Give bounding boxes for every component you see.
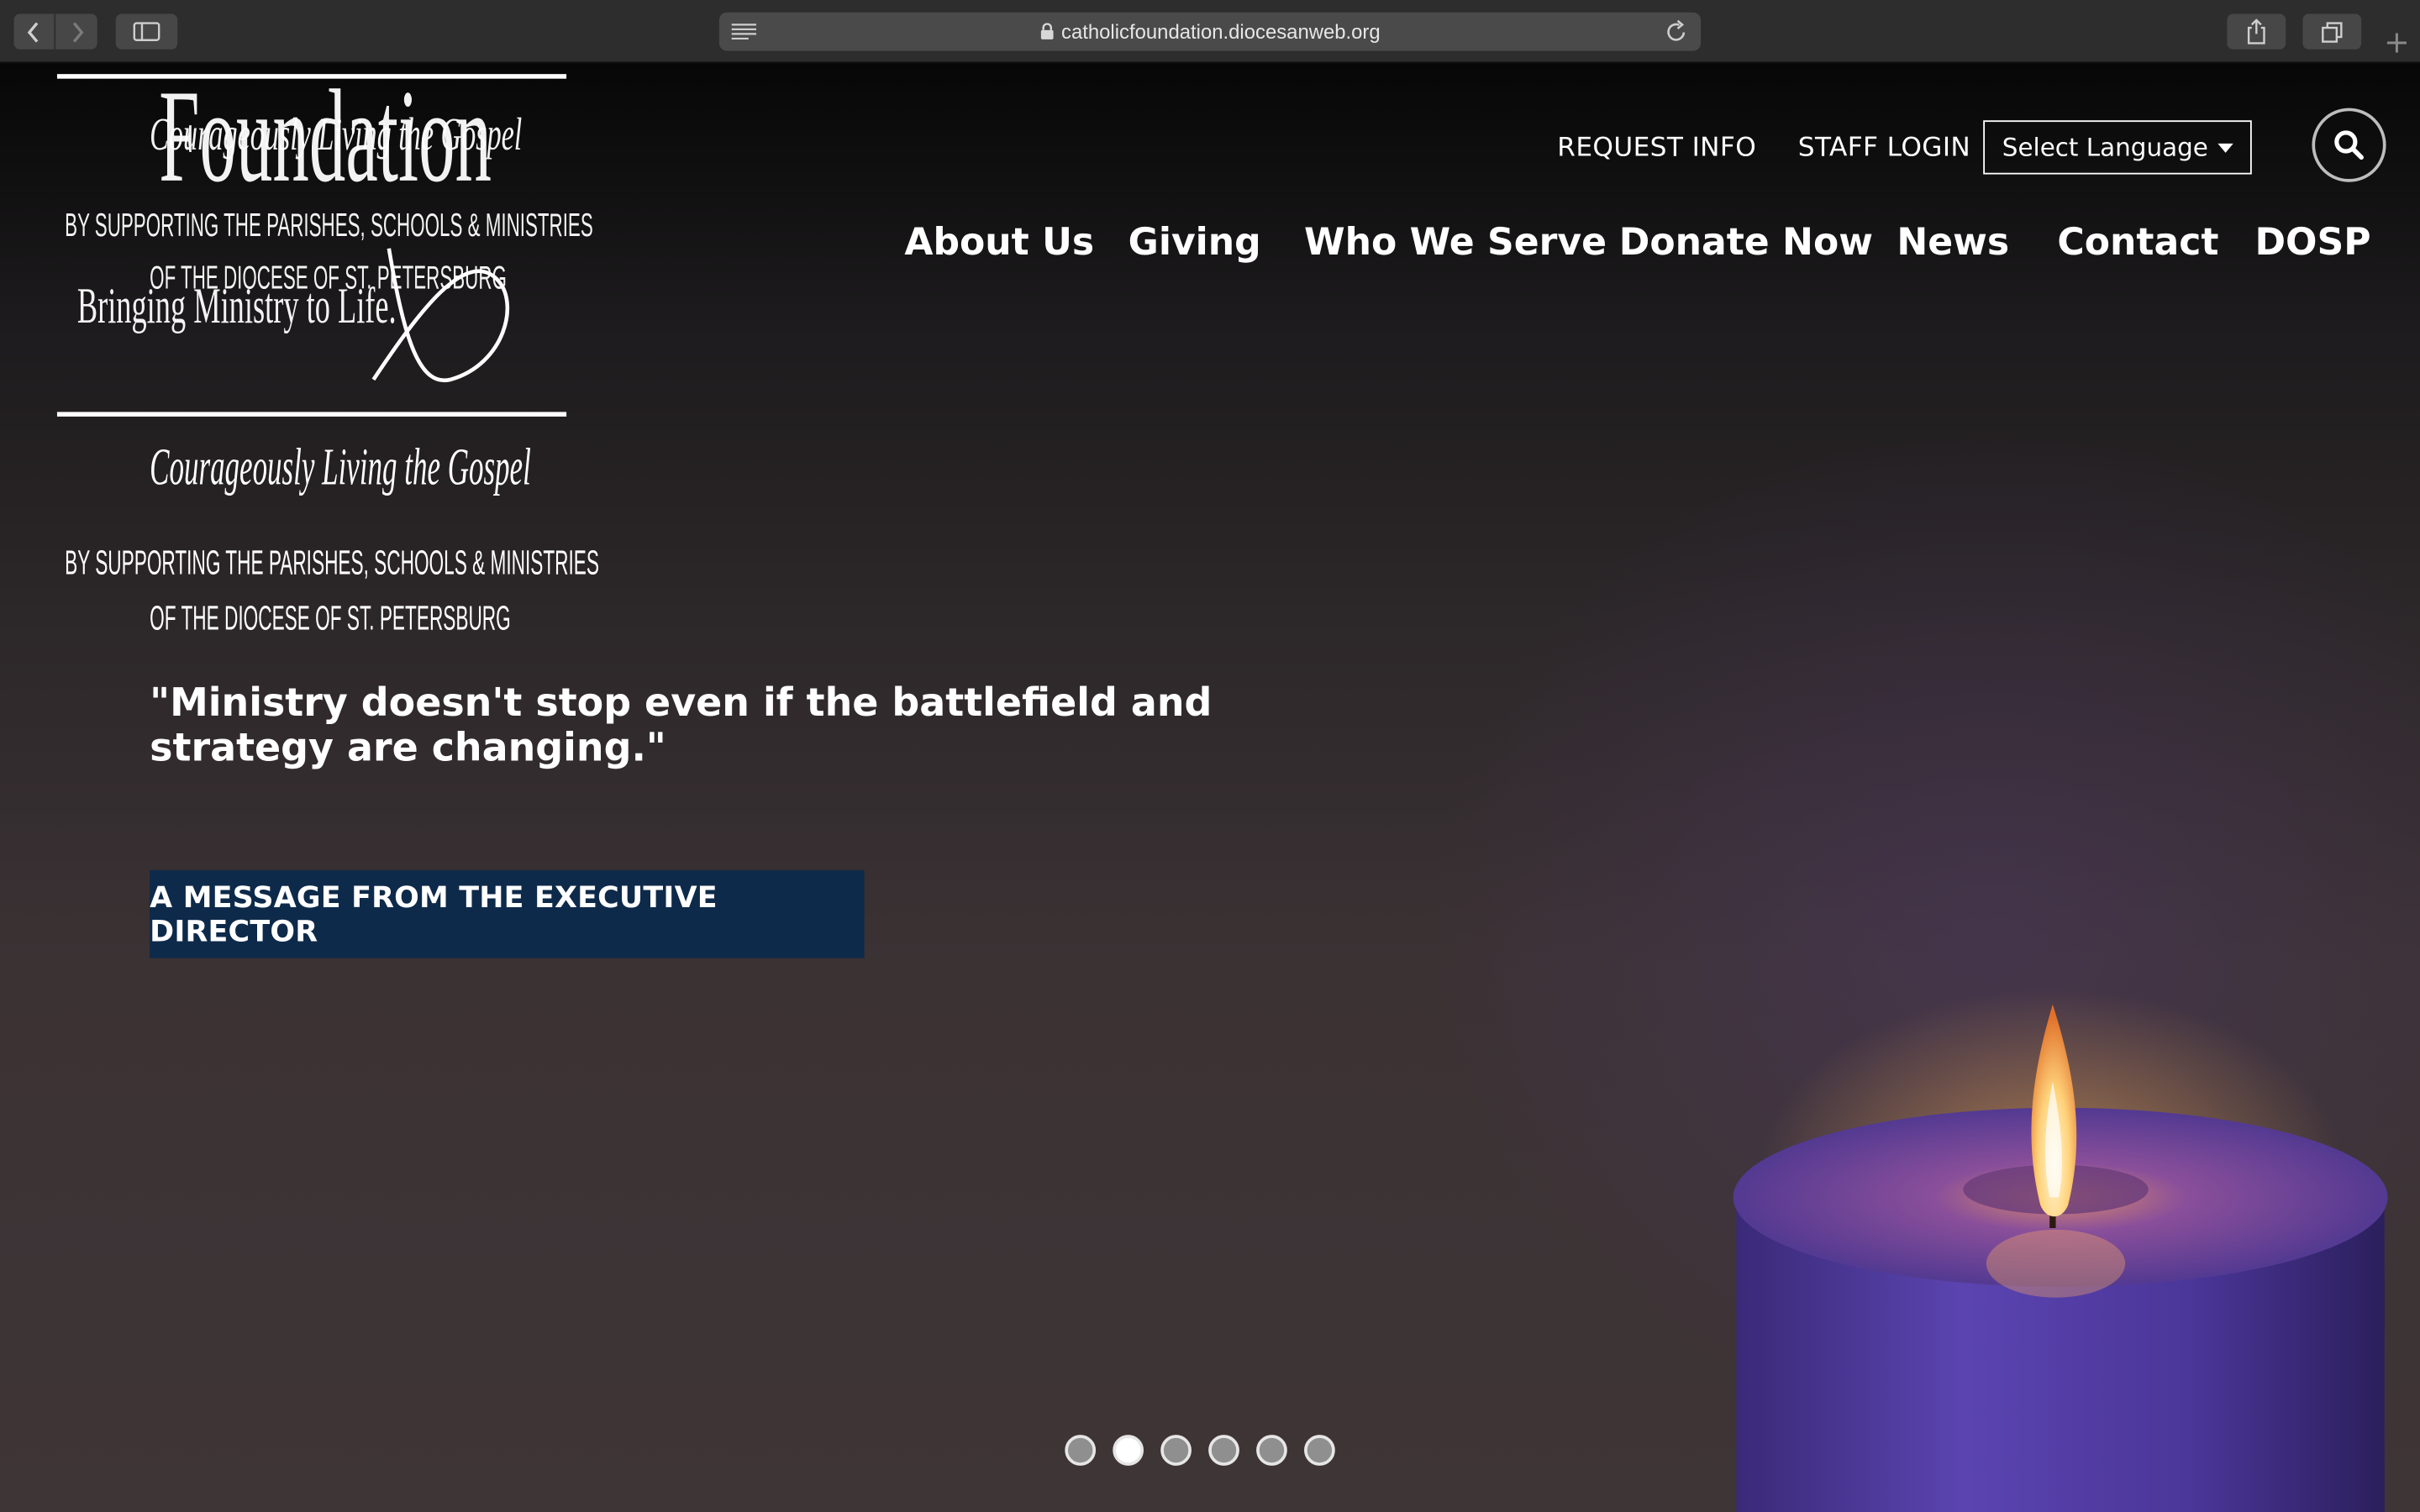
- nav-contact[interactable]: Contact: [2057, 221, 2218, 264]
- logo-rule-top: [56, 74, 567, 79]
- search-icon: [2334, 130, 2364, 160]
- slide-dot-3[interactable]: [1160, 1435, 1192, 1466]
- logo-tagline: Bringing Ministry to Life.: [76, 279, 397, 335]
- slide-dot-4[interactable]: [1208, 1435, 1239, 1466]
- slide-dot-5[interactable]: [1256, 1435, 1287, 1466]
- reader-icon[interactable]: [731, 24, 757, 40]
- share-icon: [2247, 18, 2265, 45]
- slide-dot-1[interactable]: [1065, 1435, 1097, 1466]
- language-select-label: Select Language: [2002, 132, 2208, 162]
- language-select[interactable]: Select Language: [1983, 120, 2252, 175]
- request-info-link[interactable]: REQUEST INFO: [1557, 133, 1756, 164]
- candle-illustration: [1733, 989, 2388, 1512]
- tabs-icon: [2321, 21, 2342, 42]
- candle-image: [1697, 912, 2420, 1512]
- search-button[interactable]: [2312, 108, 2386, 182]
- url-text: catholicfoundation.diocesanweb.org: [1061, 19, 1381, 44]
- executive-director-message-button[interactable]: A MESSAGE FROM THE EXECUTIVE DIRECTOR: [150, 869, 865, 958]
- sidebar-icon: [133, 22, 160, 41]
- chevron-right-icon: [71, 21, 83, 42]
- logo-line2: OF THE DIOCESE OF ST. PETERSBURG: [150, 598, 511, 638]
- forward-button[interactable]: [55, 13, 97, 50]
- nav-who-we-serve[interactable]: Who We Serve: [1304, 221, 1607, 264]
- nav-dosp[interactable]: DOSP: [2254, 221, 2370, 264]
- nav-donate-now[interactable]: Donate Now: [1619, 221, 1873, 264]
- sidebar-toggle-button[interactable]: [115, 13, 178, 50]
- back-button[interactable]: [13, 13, 56, 50]
- lock-icon: [1040, 23, 1053, 39]
- main-navigation: About Us Giving Who We Serve Donate Now …: [0, 221, 2420, 276]
- web-page: Courageously Living the Gospel Foundatio…: [0, 63, 2420, 1512]
- logo-motto: Courageously Living the Gospel: [150, 439, 531, 497]
- hero-quote: "Ministry doesn't stop even if the battl…: [150, 680, 1213, 770]
- logo-rule-bottom: [56, 412, 567, 417]
- nav-news[interactable]: News: [1897, 221, 2009, 264]
- logo-line1: BY SUPPORTING THE PARISHES, SCHOOLS & MI…: [65, 543, 599, 582]
- slide-dot-6[interactable]: [1304, 1435, 1335, 1466]
- nav-giving[interactable]: Giving: [1128, 221, 1261, 264]
- address-bar[interactable]: catholicfoundation.diocesanweb.org: [718, 12, 1702, 51]
- slide-dot-2-active[interactable]: [1113, 1435, 1144, 1466]
- logo-wordmark: Foundation: [159, 63, 492, 210]
- chevron-left-icon: [27, 21, 39, 42]
- new-tab-button[interactable]: +: [2378, 22, 2415, 64]
- share-button[interactable]: [2227, 13, 2286, 50]
- caret-down-icon: [2217, 142, 2233, 152]
- browser-toolbar: catholicfoundation.diocesanweb.org +: [0, 0, 2420, 64]
- tab-overview-button[interactable]: [2302, 13, 2362, 50]
- url-display: catholicfoundation.diocesanweb.org: [1039, 19, 1381, 44]
- screen: catholicfoundation.diocesanweb.org + Cou…: [0, 0, 2420, 1512]
- staff-login-link[interactable]: STAFF LOGIN: [1798, 133, 1970, 164]
- history-buttons: [13, 13, 99, 50]
- nav-about-us[interactable]: About Us: [904, 221, 1094, 264]
- site-logo[interactable]: Courageously Living the Gospel Foundatio…: [56, 63, 599, 649]
- slider-pagination: [1065, 1435, 1335, 1466]
- reload-icon[interactable]: [1665, 19, 1687, 44]
